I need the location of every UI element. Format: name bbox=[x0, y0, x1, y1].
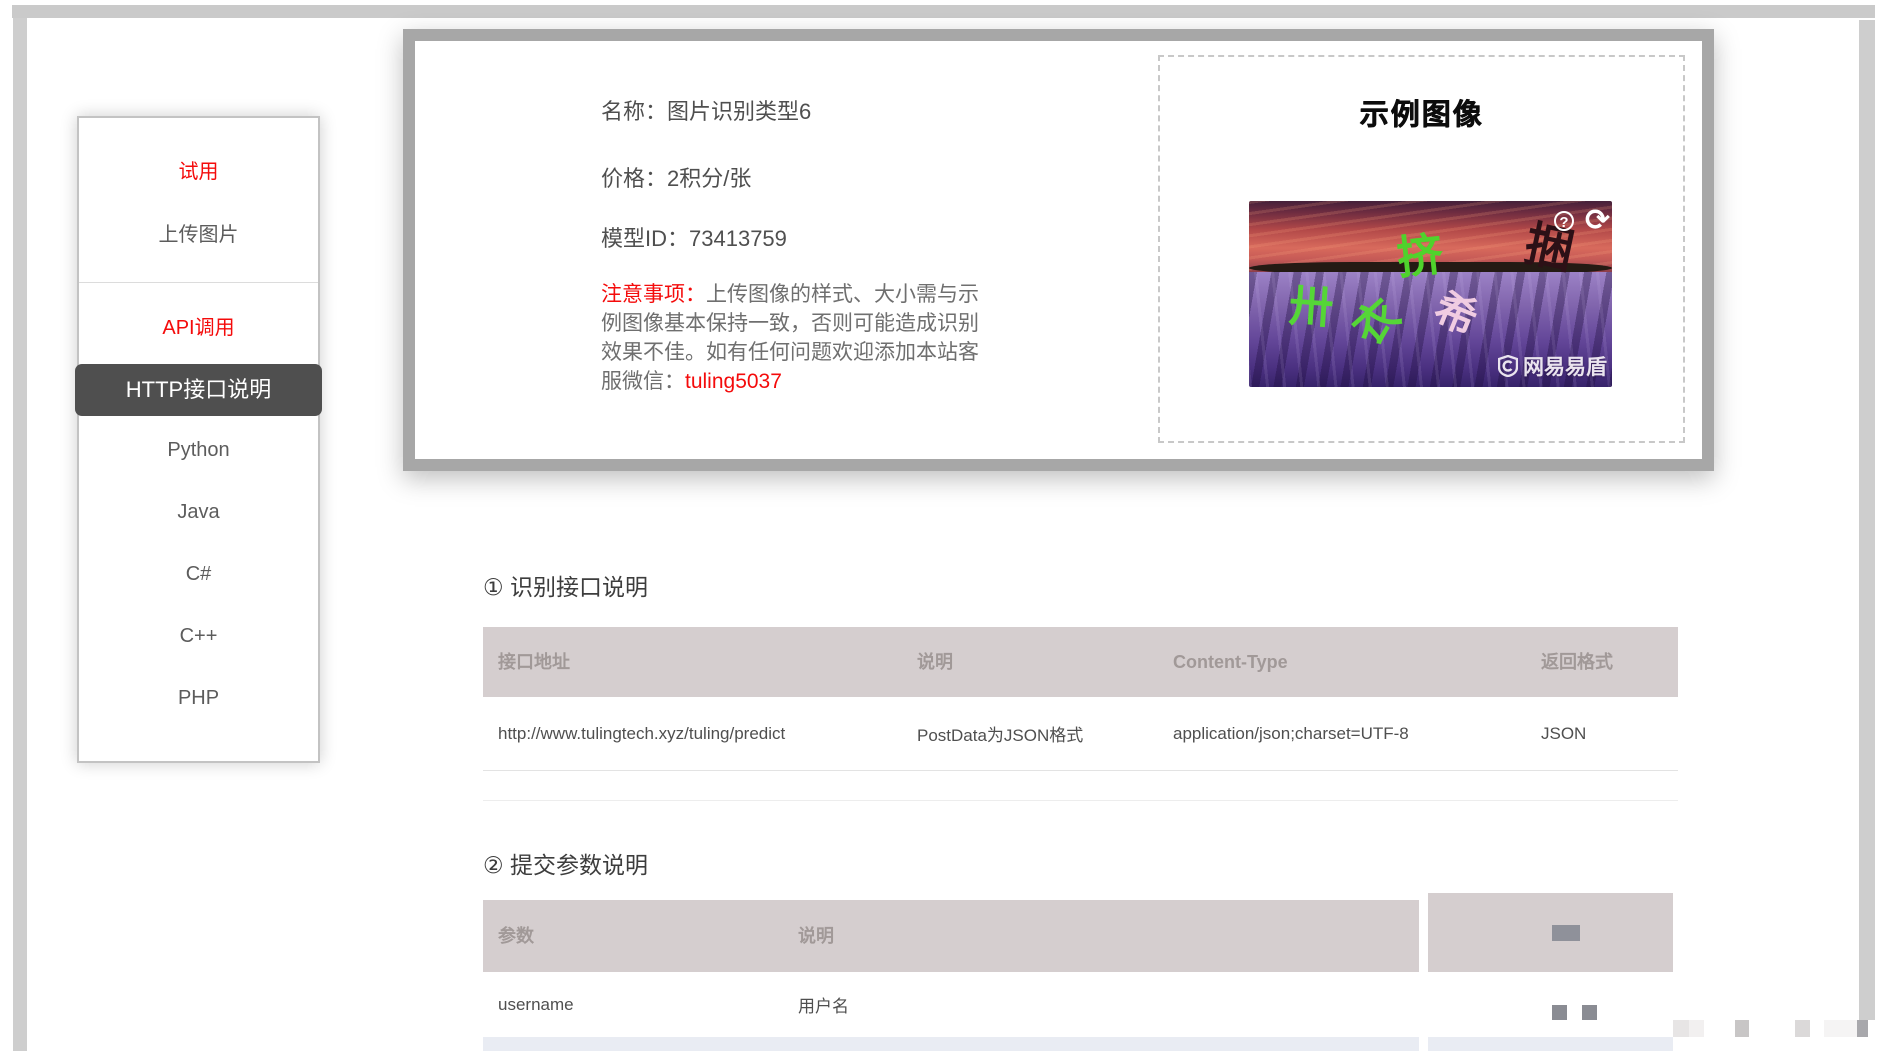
param-name: username bbox=[483, 995, 783, 1015]
section1-title: ① 识别接口说明 bbox=[483, 568, 648, 602]
params-table-right-header bbox=[1428, 893, 1673, 972]
artifact-block bbox=[1673, 1020, 1689, 1037]
model-id-label: 模型ID： bbox=[601, 226, 689, 251]
params-table-header: 参数 说明 bbox=[483, 900, 1419, 972]
table-row: username 用户名 bbox=[483, 972, 1419, 1038]
col-param: 参数 bbox=[483, 900, 783, 972]
model-name-value: 图片识别类型6 bbox=[667, 99, 811, 124]
watermark: 网易易盾 bbox=[1498, 351, 1607, 381]
api-table: 接口地址 说明 Content-Type 返回格式 http://www.tul… bbox=[483, 627, 1678, 801]
col-desc: 说明 bbox=[902, 627, 1158, 697]
captcha-char[interactable]: 挤 bbox=[1395, 231, 1446, 282]
top-frame-strip bbox=[12, 5, 1875, 18]
notice-label: 注意事项： bbox=[601, 283, 706, 306]
notice-paragraph: 注意事项：上传图像的样式、大小需与示例图像基本保持一致，否则可能造成识别效果不佳… bbox=[601, 280, 987, 396]
zebra-row bbox=[1428, 1037, 1673, 1051]
sidebar-item-trial[interactable]: 试用 bbox=[79, 157, 318, 187]
example-image-box: 示例图像 挤卅衣希捆 ? ⟳ 网易易盾 bbox=[1158, 55, 1685, 443]
sidebar-item-php[interactable]: PHP bbox=[79, 683, 318, 713]
model-id-value: 73413759 bbox=[689, 226, 787, 251]
model-name-label: 名称： bbox=[601, 99, 667, 124]
endpoint-url: http://www.tulingtech.xyz/tuling/predict bbox=[483, 724, 902, 744]
page: 试用 上传图片 API调用 HTTP接口说明 Python Java C# C+… bbox=[0, 0, 1886, 1051]
sidebar-item-upload[interactable]: 上传图片 bbox=[79, 220, 318, 250]
example-title: 示例图像 bbox=[1160, 91, 1683, 133]
sidebar-item-cpp[interactable]: C++ bbox=[79, 621, 318, 651]
api-table-header: 接口地址 说明 Content-Type 返回格式 bbox=[483, 627, 1678, 697]
model-name-line: 名称：图片识别类型6 bbox=[601, 94, 993, 126]
left-frame-strip bbox=[13, 18, 27, 1051]
right-scroll-strip[interactable] bbox=[1859, 20, 1875, 1020]
model-price-value: 2积分/张 bbox=[667, 166, 751, 191]
zebra-row bbox=[483, 1037, 1419, 1051]
model-id-line: 模型ID：73413759 bbox=[601, 221, 993, 253]
sidebar-item-csharp[interactable]: C# bbox=[79, 559, 318, 589]
col-param-desc: 说明 bbox=[783, 900, 1419, 972]
model-price-label: 价格： bbox=[601, 166, 667, 191]
sidebar-item-python[interactable]: Python bbox=[79, 435, 318, 465]
artifact-block bbox=[1795, 1020, 1810, 1037]
help-icon[interactable]: ? bbox=[1554, 211, 1574, 231]
notice-wechat: tuling5037 bbox=[685, 370, 782, 393]
empty-table-row bbox=[483, 771, 1678, 801]
placeholder-square bbox=[1552, 1005, 1567, 1020]
model-info-card: 名称：图片识别类型6 价格：2积分/张 模型ID：73413759 注意事项：上… bbox=[403, 29, 1714, 471]
sidebar-item-http-doc[interactable]: HTTP接口说明 bbox=[75, 364, 322, 416]
endpoint-content-type: application/json;charset=UTF-8 bbox=[1158, 724, 1526, 744]
section2-title: ② 提交参数说明 bbox=[483, 846, 648, 880]
col-endpoint: 接口地址 bbox=[483, 627, 902, 697]
params-table: 参数 说明 username 用户名 bbox=[483, 893, 1673, 1051]
placeholder-block bbox=[1552, 925, 1580, 941]
captcha-image[interactable]: 挤卅衣希捆 ? ⟳ 网易易盾 bbox=[1249, 201, 1612, 387]
col-content-type: Content-Type bbox=[1158, 627, 1526, 697]
artifact-block bbox=[1735, 1020, 1749, 1037]
table-row: http://www.tulingtech.xyz/tuling/predict… bbox=[483, 697, 1678, 771]
artifact-block bbox=[1824, 1020, 1857, 1037]
endpoint-return-format: JSON bbox=[1526, 724, 1678, 744]
placeholder-square bbox=[1582, 1005, 1597, 1020]
sidebar-item-java[interactable]: Java bbox=[79, 497, 318, 527]
watermark-text: 网易易盾 bbox=[1523, 351, 1607, 381]
artifact-block bbox=[1689, 1020, 1704, 1037]
scroll-thumb[interactable] bbox=[1857, 1020, 1868, 1037]
refresh-icon[interactable]: ⟳ bbox=[1585, 203, 1610, 238]
endpoint-desc: PostData为JSON格式 bbox=[902, 721, 1158, 746]
param-desc: 用户名 bbox=[783, 992, 1419, 1017]
sidebar-item-api[interactable]: API调用 bbox=[79, 313, 318, 343]
model-price-line: 价格：2积分/张 bbox=[601, 161, 993, 193]
params-table-main: 参数 说明 username 用户名 bbox=[483, 900, 1419, 1038]
sidebar: 试用 上传图片 API调用 HTTP接口说明 Python Java C# C+… bbox=[77, 116, 320, 763]
captcha-char[interactable]: 卅 bbox=[1288, 285, 1335, 332]
yidun-shield-icon bbox=[1498, 355, 1518, 377]
sidebar-divider bbox=[79, 282, 318, 283]
col-return-format: 返回格式 bbox=[1526, 627, 1678, 697]
